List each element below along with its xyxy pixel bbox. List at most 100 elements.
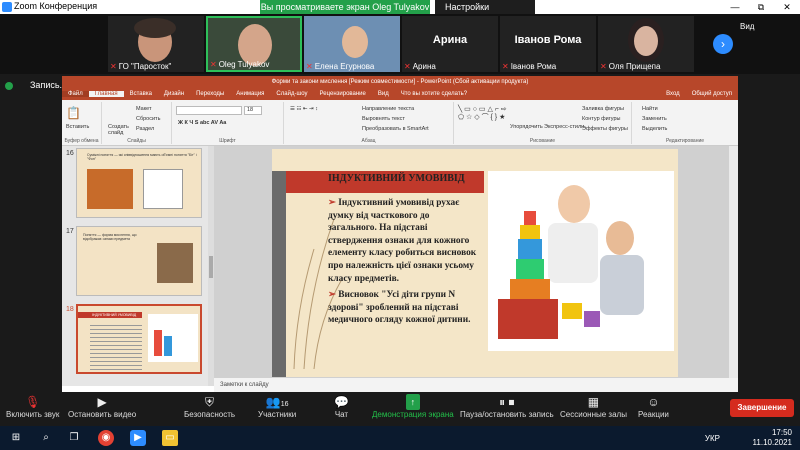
slide-bullet-2: ➢ Висновок "Усі діти групи N здорові" зр…	[328, 290, 471, 326]
participant-big-name: Арина	[432, 34, 468, 46]
tab-transitions[interactable]: Переходы	[190, 91, 230, 97]
zoom-taskbar-icon[interactable]: ▶	[130, 430, 146, 446]
unmute-button[interactable]: 🎙 Включить звук	[6, 394, 59, 419]
slide-notes[interactable]: Заметки к слайду	[214, 378, 738, 392]
keyboard-language[interactable]: УКР	[705, 434, 720, 443]
section-button[interactable]: Раздел	[136, 126, 154, 132]
chat-button[interactable]: 💬 Чат	[334, 394, 349, 419]
tab-slideshow[interactable]: Слайд-шоу	[270, 91, 313, 97]
tab-home[interactable]: Главная	[88, 91, 124, 97]
view-options-button[interactable]: Настройки просмотра	[435, 0, 535, 26]
smartart-button[interactable]: Преобразовать в SmartArt	[362, 126, 429, 132]
video-camera-icon: ▶	[97, 395, 107, 409]
thumb-text: ІНДУКТИВНИЙ УМОВИВІД	[92, 313, 137, 317]
ppt-ribbon-tabs: Файл Главная Вставка Дизайн Переходы Ани…	[62, 88, 738, 100]
next-page-icon[interactable]: ›	[713, 34, 733, 54]
group-label: Шрифт	[219, 138, 236, 144]
breakout-rooms-button[interactable]: ▦ Сессионные залы	[560, 394, 627, 419]
pause-stop-recording-button[interactable]: ⏸ ⏹ Пауза/остановить запись	[460, 394, 554, 419]
tab-animation[interactable]: Анимация	[230, 91, 270, 97]
system-clock[interactable]: 17:50 11.10.2021	[753, 428, 792, 448]
slides-group: Создать слайд Макет Сбросить Раздел Слай…	[102, 102, 172, 144]
participant-tile-active[interactable]: ✕ Oleg Tulyakov	[206, 16, 302, 72]
thumb-number: 18	[66, 306, 74, 313]
participant-name: Іванов Рома	[510, 62, 557, 71]
shape-outline-button[interactable]: Контур фигуры	[582, 116, 620, 122]
chat-icon: 💬	[334, 395, 349, 409]
end-meeting-button[interactable]: Завершение	[730, 399, 794, 417]
paragraph-group: ☰ ☷ ⇤ ⇥ ↕ Направление текста Выровнять т…	[284, 102, 454, 144]
slide-thumbnails-pane: 16 Суміжні поняття — які співвідношення …	[62, 146, 212, 386]
replace-button[interactable]: Заменить	[642, 116, 667, 122]
shield-icon	[5, 82, 13, 90]
reactions-button[interactable]: ☺ Реакции	[638, 394, 669, 419]
text-direction-button[interactable]: Направление текста	[362, 106, 414, 112]
shape-effects-button[interactable]: Эффекты фигуры	[582, 126, 628, 132]
layout-button[interactable]: Макет	[136, 106, 152, 112]
close-icon[interactable]: ✕	[774, 0, 800, 14]
tab-view[interactable]: Вид	[372, 91, 395, 97]
participants-button[interactable]: 👥16 Участники	[258, 394, 296, 419]
slide-thumbnail-selected[interactable]: ІНДУКТИВНИЙ УМОВИВІД	[76, 304, 202, 374]
tab-review[interactable]: Рецензирование	[314, 91, 372, 97]
group-label: Буфер обмена	[64, 138, 99, 144]
mic-muted-icon: ✕	[404, 62, 411, 71]
font-name-select[interactable]	[176, 106, 242, 115]
sharing-banner: Вы просматриваете экран Oleg Tulyakov	[260, 0, 430, 14]
participant-name: Елена Егурнова	[314, 62, 375, 71]
window-title: Zoom Конференция	[14, 1, 98, 11]
editing-group: Найти Заменить Выделить Редактирование	[632, 102, 738, 144]
arrange-button[interactable]: Упорядочить	[510, 124, 543, 130]
group-label: Слайды	[127, 138, 146, 144]
bold-icon[interactable]: Ж К Ч S abc AV Aa	[178, 120, 226, 126]
reset-button[interactable]: Сбросить	[136, 116, 160, 122]
quick-styles-button[interactable]: Экспресс-стили	[544, 124, 584, 130]
participant-tile[interactable]: ✕ ГО "Паросток"	[108, 16, 204, 72]
maximize-icon[interactable]: ⧉	[748, 0, 774, 14]
shape-fill-button[interactable]: Заливка фигуры	[582, 106, 624, 112]
list-icons[interactable]: ☰ ☷ ⇤ ⇥ ↕	[290, 106, 318, 112]
shapes-gallery[interactable]: ╲ ▭ ○ ▭ △ ⌐ ⇨ ⬠ ☆ ◇ ⌒ { } ★	[458, 106, 510, 122]
slide-thumbnail[interactable]: Поняття — форма мислення, що відображає …	[76, 226, 202, 296]
participants-icon: 👥16	[265, 395, 289, 409]
tab-design[interactable]: Дизайн	[158, 91, 190, 97]
tell-me-search[interactable]: Что вы хотите сделать?	[395, 91, 473, 97]
windows-start-icon[interactable]: ⊞	[8, 430, 24, 446]
find-button[interactable]: Найти	[642, 106, 658, 112]
slide-scrollbar[interactable]	[729, 146, 738, 378]
file-explorer-icon[interactable]: ▭	[162, 430, 178, 446]
sign-in-link[interactable]: Вход	[660, 91, 686, 97]
new-slide-button[interactable]: Создать слайд	[108, 124, 132, 136]
view-button[interactable]: Вид	[740, 22, 754, 31]
participant-tile[interactable]: Іванов Рома ✕ Іванов Рома	[500, 16, 596, 72]
mic-muted-icon: ✕	[502, 62, 509, 71]
slide-thumbnail[interactable]: Суміжні поняття — які співвідношення маю…	[76, 148, 202, 218]
paste-button[interactable]: Вставить	[66, 124, 89, 130]
breakout-rooms-icon: ▦	[587, 395, 600, 409]
tab-file[interactable]: Файл	[62, 91, 89, 97]
select-button[interactable]: Выделить	[642, 126, 667, 132]
chrome-icon[interactable]: ◉	[98, 430, 114, 446]
participant-big-name: Іванов Рома	[514, 34, 582, 46]
security-button[interactable]: ⛨ Безопасность	[184, 394, 235, 419]
font-size-select[interactable]: 18	[244, 106, 262, 115]
task-view-icon[interactable]: ❐	[66, 430, 82, 446]
thumb-text: Суміжні поняття — які співвідношення маю…	[87, 153, 197, 161]
stop-video-button[interactable]: ▶ Остановить видео	[68, 394, 136, 419]
participant-name: Арина	[412, 62, 436, 71]
slide-body: ➢ Індуктивний умовивід рухає думку від ч…	[328, 197, 478, 331]
share-link[interactable]: Общий доступ	[686, 91, 738, 97]
participant-tile[interactable]: ✕ Оля Прищепа	[598, 16, 694, 72]
align-text-button[interactable]: Выровнять текст	[362, 116, 405, 122]
participant-gallery: ✕ ГО "Паросток" ✕ Oleg Tulyakov ✕ Елена Егу…	[0, 14, 800, 74]
mic-muted-icon: ✕	[110, 62, 117, 71]
minimize-icon[interactable]: —	[722, 0, 748, 14]
participant-tile[interactable]: ✕ Елена Егурнова	[304, 16, 400, 72]
thumb-number: 17	[66, 228, 74, 235]
group-label: Рисование	[529, 138, 556, 144]
tab-insert[interactable]: Вставка	[124, 91, 158, 97]
participant-tile[interactable]: Арина ✕ Арина	[402, 16, 498, 72]
paste-icon: 📋	[66, 106, 81, 120]
search-icon[interactable]: ⌕	[38, 430, 54, 446]
share-screen-button[interactable]: ↑ Демонстрация экрана	[372, 394, 454, 419]
